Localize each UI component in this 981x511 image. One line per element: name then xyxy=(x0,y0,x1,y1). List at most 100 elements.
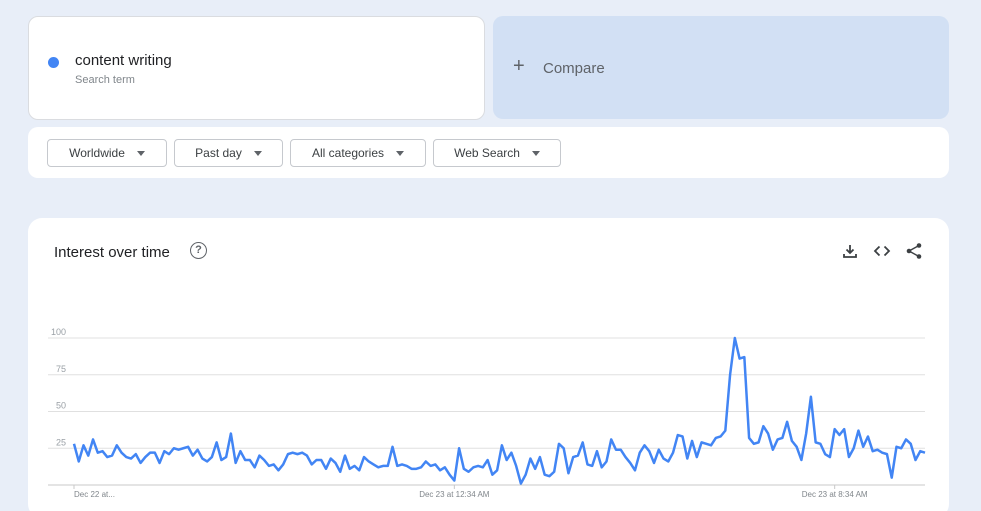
data-point[interactable] xyxy=(210,455,213,458)
data-point[interactable] xyxy=(424,460,427,463)
data-point[interactable] xyxy=(700,441,703,444)
data-point[interactable] xyxy=(381,464,384,467)
data-point[interactable] xyxy=(904,438,907,441)
data-point[interactable] xyxy=(496,469,499,472)
data-point[interactable] xyxy=(690,439,693,442)
data-point[interactable] xyxy=(733,336,736,339)
data-point[interactable] xyxy=(244,458,247,461)
data-point[interactable] xyxy=(667,460,670,463)
data-point[interactable] xyxy=(800,458,803,461)
data-point[interactable] xyxy=(581,441,584,444)
data-point[interactable] xyxy=(315,458,318,461)
data-point[interactable] xyxy=(443,466,446,469)
data-point[interactable] xyxy=(866,435,869,438)
data-point[interactable] xyxy=(914,458,917,461)
data-point[interactable] xyxy=(191,454,194,457)
data-point[interactable] xyxy=(786,420,789,423)
data-point[interactable] xyxy=(671,451,674,454)
data-point[interactable] xyxy=(562,447,565,450)
data-point[interactable] xyxy=(139,461,142,464)
data-point[interactable] xyxy=(367,460,370,463)
data-point[interactable] xyxy=(486,458,489,461)
data-point[interactable] xyxy=(591,464,594,467)
data-point[interactable] xyxy=(429,464,432,467)
data-point[interactable] xyxy=(263,458,266,461)
data-point[interactable] xyxy=(605,460,608,463)
data-point[interactable] xyxy=(106,455,109,458)
data-point[interactable] xyxy=(334,461,337,464)
data-point[interactable] xyxy=(120,451,123,454)
data-point[interactable] xyxy=(790,439,793,442)
data-point[interactable] xyxy=(348,467,351,470)
data-point[interactable] xyxy=(600,466,603,469)
data-point[interactable] xyxy=(629,461,632,464)
data-point[interactable] xyxy=(167,453,170,456)
data-point[interactable] xyxy=(852,447,855,450)
data-point[interactable] xyxy=(633,469,636,472)
data-point[interactable] xyxy=(419,466,422,469)
data-point[interactable] xyxy=(614,448,617,451)
data-point[interactable] xyxy=(809,395,812,398)
data-point[interactable] xyxy=(557,442,560,445)
data-point[interactable] xyxy=(291,451,294,454)
data-point[interactable] xyxy=(329,457,332,460)
data-point[interactable] xyxy=(196,448,199,451)
data-point[interactable] xyxy=(686,457,689,460)
data-point[interactable] xyxy=(553,470,556,473)
data-point[interactable] xyxy=(871,450,874,453)
data-point[interactable] xyxy=(781,436,784,439)
data-point[interactable] xyxy=(457,447,460,450)
data-point[interactable] xyxy=(343,454,346,457)
data-point[interactable] xyxy=(900,447,903,450)
data-point[interactable] xyxy=(248,458,251,461)
data-point[interactable] xyxy=(724,429,727,432)
data-point[interactable] xyxy=(538,455,541,458)
data-point[interactable] xyxy=(762,425,765,428)
data-point[interactable] xyxy=(567,472,570,475)
data-point[interactable] xyxy=(296,453,299,456)
data-point[interactable] xyxy=(91,438,94,441)
data-point[interactable] xyxy=(172,447,175,450)
data-point[interactable] xyxy=(405,464,408,467)
data-point[interactable] xyxy=(182,447,185,450)
data-point[interactable] xyxy=(657,448,660,451)
data-point[interactable] xyxy=(453,479,456,482)
data-point[interactable] xyxy=(738,357,741,360)
data-point[interactable] xyxy=(310,463,313,466)
data-point[interactable] xyxy=(277,469,280,472)
filter-search-type-dropdown[interactable]: Web Search xyxy=(433,139,561,167)
data-point[interactable] xyxy=(386,464,389,467)
data-point[interactable] xyxy=(767,432,770,435)
data-point[interactable] xyxy=(847,455,850,458)
filter-category-dropdown[interactable]: All categories xyxy=(290,139,426,167)
search-term-name[interactable]: content writing xyxy=(75,52,172,69)
data-point[interactable] xyxy=(519,482,522,485)
data-point[interactable] xyxy=(595,450,598,453)
data-point[interactable] xyxy=(282,463,285,466)
data-point[interactable] xyxy=(153,451,156,454)
data-point[interactable] xyxy=(372,463,375,466)
data-point[interactable] xyxy=(624,455,627,458)
data-point[interactable] xyxy=(543,473,546,476)
data-point[interactable] xyxy=(776,438,779,441)
data-point[interactable] xyxy=(477,464,480,467)
data-point[interactable] xyxy=(719,435,722,438)
data-point[interactable] xyxy=(125,455,128,458)
data-point[interactable] xyxy=(652,461,655,464)
data-point[interactable] xyxy=(500,444,503,447)
data-point[interactable] xyxy=(838,433,841,436)
data-point[interactable] xyxy=(491,473,494,476)
data-point[interactable] xyxy=(158,461,161,464)
data-point[interactable] xyxy=(481,466,484,469)
data-point[interactable] xyxy=(828,455,831,458)
data-point[interactable] xyxy=(115,444,118,447)
data-point[interactable] xyxy=(890,476,893,479)
data-point[interactable] xyxy=(881,451,884,454)
data-point[interactable] xyxy=(695,455,698,458)
data-point[interactable] xyxy=(258,454,261,457)
data-point[interactable] xyxy=(129,457,132,460)
data-point[interactable] xyxy=(529,457,532,460)
data-point[interactable] xyxy=(843,428,846,431)
filter-region-dropdown[interactable]: Worldwide xyxy=(47,139,167,167)
data-point[interactable] xyxy=(286,453,289,456)
